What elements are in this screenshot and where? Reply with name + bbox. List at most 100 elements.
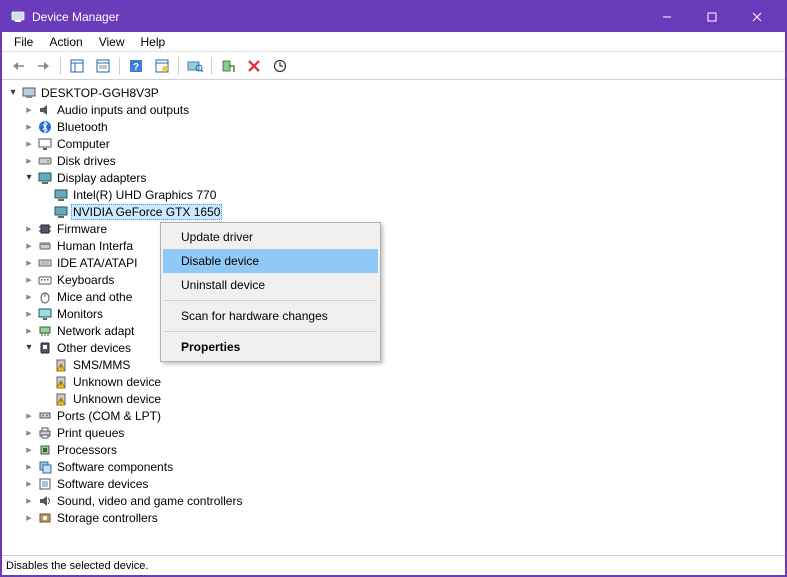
cpu-icon [37,442,53,458]
ide-icon [37,255,53,271]
expander-icon[interactable] [22,256,36,270]
node-label: Print queues [55,426,126,440]
device-tree[interactable]: DESKTOP-GGH8V3P Audio inputs and outputs… [2,80,785,555]
menubar: File Action View Help [2,32,785,52]
expander-icon[interactable] [22,324,36,338]
pc-icon [37,136,53,152]
toolbar-separator [211,57,212,75]
properties-button[interactable] [91,55,115,77]
bluetooth-icon [37,119,53,135]
action-button[interactable] [150,55,174,77]
toolbar: ? [2,52,785,80]
ctx-scan-hardware[interactable]: Scan for hardware changes [163,304,378,328]
expander-icon[interactable] [22,307,36,321]
tree-category-mice[interactable]: Mice and othe [2,288,785,305]
uninstall-device-button[interactable] [242,55,266,77]
storage-controller-icon [37,510,53,526]
ctx-properties[interactable]: Properties [163,335,378,359]
expander-icon[interactable] [22,426,36,440]
tree-category-printq[interactable]: Print queues [2,424,785,441]
expander-icon[interactable] [22,171,36,185]
expander-icon[interactable] [6,86,20,100]
close-button[interactable] [734,2,779,32]
help-button[interactable]: ? [124,55,148,77]
node-label: Software devices [55,477,150,491]
tree-device-intel-uhd[interactable]: Intel(R) UHD Graphics 770 [2,186,785,203]
menu-file[interactable]: File [6,33,41,51]
other-devices-icon [37,340,53,356]
expander-icon[interactable] [22,341,36,355]
monitor-icon [37,306,53,322]
tree-category-firmware[interactable]: Firmware [2,220,785,237]
toolbar-separator [60,57,61,75]
ctx-uninstall-device[interactable]: Uninstall device [163,273,378,297]
tree-category-disk[interactable]: Disk drives [2,152,785,169]
expander-icon[interactable] [22,443,36,457]
display-adapter-icon [53,204,69,220]
ports-icon [37,408,53,424]
expander-icon[interactable] [22,222,36,236]
tree-category-display[interactable]: Display adapters [2,169,785,186]
tree-category-monitors[interactable]: Monitors [2,305,785,322]
tree-category-storage[interactable]: Storage controllers [2,509,785,526]
menu-action[interactable]: Action [41,33,90,51]
content-area: DESKTOP-GGH8V3P Audio inputs and outputs… [2,80,785,555]
expander-icon[interactable] [22,477,36,491]
node-label: NVIDIA GeForce GTX 1650 [71,204,222,220]
expander-icon[interactable] [22,154,36,168]
scan-hardware-button[interactable] [183,55,207,77]
expander-icon[interactable] [22,494,36,508]
menu-view[interactable]: View [91,33,133,51]
tree-device-sms-mms[interactable]: ! SMS/MMS [2,356,785,373]
forward-button[interactable] [32,55,56,77]
minimize-button[interactable] [644,2,689,32]
expander-icon[interactable] [22,290,36,304]
tree-category-audio[interactable]: Audio inputs and outputs [2,101,785,118]
warning-device-icon: ! [53,357,69,373]
menu-help[interactable]: Help [133,33,174,51]
tree-category-other[interactable]: Other devices [2,339,785,356]
sound-controller-icon [37,493,53,509]
tree-category-keyboards[interactable]: Keyboards [2,271,785,288]
tree-category-bluetooth[interactable]: Bluetooth [2,118,785,135]
expander-icon[interactable] [22,409,36,423]
update-driver-button[interactable] [268,55,292,77]
ctx-update-driver[interactable]: Update driver [163,225,378,249]
node-label: Firmware [55,222,109,236]
tree-category-ide[interactable]: IDE ATA/ATAPI [2,254,785,271]
expander-icon[interactable] [22,103,36,117]
expander-icon[interactable] [22,239,36,253]
node-label: DESKTOP-GGH8V3P [39,86,161,100]
expander-icon[interactable] [22,120,36,134]
tree-device-unknown-2[interactable]: ! Unknown device [2,390,785,407]
software-component-icon [37,459,53,475]
node-label: Unknown device [71,375,163,389]
tree-category-network[interactable]: Network adapt [2,322,785,339]
expander-icon [38,188,52,202]
tree-root[interactable]: DESKTOP-GGH8V3P [2,84,785,101]
expander-icon[interactable] [22,273,36,287]
back-button[interactable] [6,55,30,77]
enable-device-button[interactable] [216,55,240,77]
expander-icon[interactable] [22,137,36,151]
tree-device-unknown-1[interactable]: ! Unknown device [2,373,785,390]
tree-category-swcomp[interactable]: Software components [2,458,785,475]
expander-icon[interactable] [22,511,36,525]
tree-category-sound[interactable]: Sound, video and game controllers [2,492,785,509]
speaker-icon [37,102,53,118]
node-label: Other devices [55,341,133,355]
node-label: Mice and othe [55,290,134,304]
tree-device-nvidia-gtx[interactable]: NVIDIA GeForce GTX 1650 [2,203,785,220]
expander-icon[interactable] [22,460,36,474]
maximize-button[interactable] [689,2,734,32]
ctx-disable-device[interactable]: Disable device [163,249,378,273]
display-adapter-icon [37,170,53,186]
tree-category-processors[interactable]: Processors [2,441,785,458]
hid-icon [37,238,53,254]
warning-device-icon: ! [53,374,69,390]
tree-category-swdev[interactable]: Software devices [2,475,785,492]
tree-category-computer[interactable]: Computer [2,135,785,152]
tree-category-ports[interactable]: Ports (COM & LPT) [2,407,785,424]
tree-category-hid[interactable]: Human Interfa [2,237,785,254]
show-hide-tree-button[interactable] [65,55,89,77]
